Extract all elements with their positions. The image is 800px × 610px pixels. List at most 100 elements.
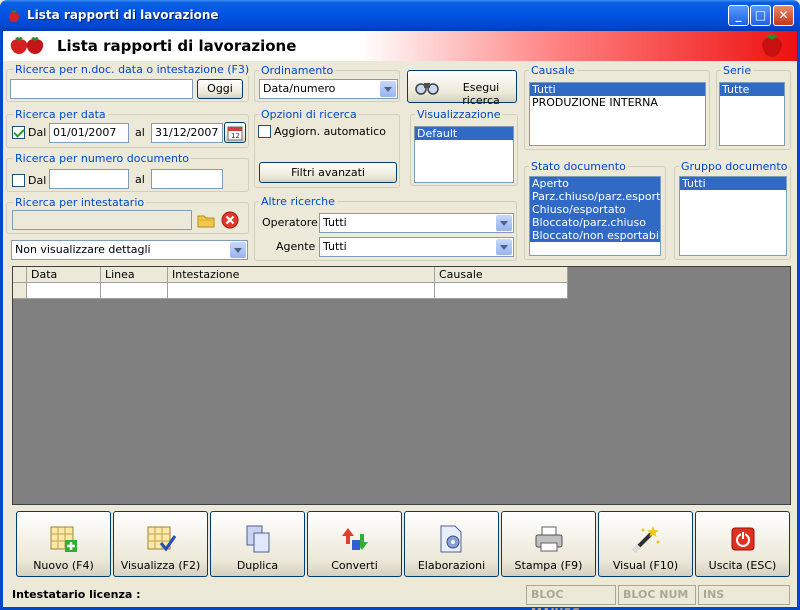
doc-group-label: Gruppo documento: [679, 160, 790, 173]
title-bar[interactable]: Lista rapporti di lavorazione _ □ ✕: [0, 0, 800, 31]
list-item[interactable]: Bloccato/non esportabile: [530, 229, 660, 242]
list-item[interactable]: Tutti: [530, 83, 705, 96]
calendar-button[interactable]: 12: [224, 122, 246, 143]
close-icon: ✕: [778, 8, 789, 22]
ordering-combo-value: Data/numero: [263, 82, 336, 95]
calendar-icon: 12: [227, 126, 243, 141]
column-header-causale[interactable]: Causale: [435, 267, 568, 283]
agent-combo[interactable]: Tutti: [319, 237, 514, 257]
table-row-cell[interactable]: [435, 283, 568, 299]
agent-label: Agente :: [276, 240, 323, 253]
binoculars-icon: [415, 83, 439, 95]
minimize-button[interactable]: _: [728, 5, 749, 26]
page-title: Lista rapporti di lavorazione: [57, 37, 297, 55]
doc-state-label: Stato documento: [529, 160, 628, 173]
caps-lock-indicator: BLOC MAIUSC: [526, 585, 616, 610]
processing-button[interactable]: Elaborazioni: [404, 511, 499, 577]
execute-search-button[interactable]: Esegui ricerca: [407, 70, 517, 107]
search-holder-label: Ricerca per intestatario: [13, 196, 147, 209]
serie-list[interactable]: Tutte: [719, 82, 785, 146]
causale-list[interactable]: Tutti PRODUZIONE INTERNA: [529, 82, 706, 146]
chevron-down-icon[interactable]: [380, 81, 396, 97]
list-item[interactable]: Bloccato/parz.chiuso: [530, 216, 660, 229]
date-from-input[interactable]: 01/01/2007: [49, 123, 129, 143]
row-indicator[interactable]: [13, 283, 27, 299]
maximize-button[interactable]: □: [750, 5, 771, 26]
visual-button[interactable]: Visual (F10): [598, 511, 693, 577]
today-button[interactable]: Oggi: [197, 79, 243, 99]
clear-holder-button[interactable]: [220, 210, 240, 230]
close-button[interactable]: ✕: [773, 5, 794, 26]
column-header-data[interactable]: Data: [27, 267, 101, 283]
insert-indicator: INS: [698, 585, 790, 605]
auto-refresh-checkbox[interactable]: [258, 125, 271, 138]
doc-group-list[interactable]: Tutti: [679, 176, 787, 256]
strawberry-icon: [9, 10, 19, 23]
other-searches-label: Altre ricerche: [259, 195, 337, 208]
convert-button[interactable]: Converti: [307, 511, 402, 577]
ordering-combo[interactable]: Data/numero: [259, 79, 398, 99]
list-item[interactable]: Tutte: [720, 83, 784, 96]
operator-combo-value: Tutti: [323, 216, 347, 229]
print-button-label: Stampa (F9): [514, 559, 583, 572]
list-item[interactable]: Default: [415, 127, 513, 140]
number-from-input[interactable]: [49, 169, 129, 189]
view-button-label: Visualizza (F2): [120, 559, 201, 572]
exit-button[interactable]: Uscita (ESC): [695, 511, 790, 577]
list-item[interactable]: Tutti: [680, 177, 786, 190]
chevron-down-icon[interactable]: [230, 242, 246, 258]
svg-text:12: 12: [231, 132, 240, 140]
search-holder-input[interactable]: [12, 210, 192, 230]
list-item[interactable]: Parz.chiuso/parz.esportato: [530, 190, 660, 203]
table-row-cell[interactable]: [27, 283, 101, 299]
list-item[interactable]: Aperto: [530, 177, 660, 190]
details-combo-value: Non visualizzare dettagli: [15, 243, 151, 256]
gear-document-icon: [440, 525, 462, 553]
duplicate-icon: [246, 525, 270, 553]
number-from-checkbox[interactable]: [12, 174, 25, 187]
ordering-label: Ordinamento: [259, 64, 336, 77]
num-lock-indicator: BLOC NUM: [618, 585, 696, 605]
table-row-cell[interactable]: [168, 283, 435, 299]
table-row-cell[interactable]: [101, 283, 168, 299]
column-header-linea[interactable]: Linea: [101, 267, 168, 283]
number-to-label: al: [135, 173, 145, 186]
print-button[interactable]: Stampa (F9): [501, 511, 596, 577]
date-to-input[interactable]: 31/12/2007: [151, 123, 223, 143]
search-doc-input[interactable]: [10, 79, 193, 99]
strawberry-logo-icon: [762, 34, 782, 57]
search-number-label: Ricerca per numero documento: [13, 152, 192, 165]
number-to-input[interactable]: [151, 169, 223, 189]
search-options-label: Opzioni di ricerca: [259, 108, 359, 121]
doc-state-list[interactable]: ApertoParz.chiuso/parz.esportatoChiuso/e…: [529, 176, 661, 256]
date-from-label: Dal: [28, 126, 47, 139]
results-grid[interactable]: Data Linea Intestazione Causale: [12, 266, 791, 505]
list-item[interactable]: Chiuso/esportato: [530, 203, 660, 216]
convert-button-label: Converti: [331, 559, 378, 572]
view-list[interactable]: Default: [414, 126, 514, 183]
new-button[interactable]: Nuovo (F4): [16, 511, 111, 577]
view-button[interactable]: Visualizza (F2): [113, 511, 208, 577]
printer-icon: [535, 526, 563, 552]
chevron-down-icon[interactable]: [496, 215, 512, 231]
search-date-label: Ricerca per data: [13, 108, 108, 121]
duplicate-button-label: Duplica: [236, 559, 279, 572]
new-button-label: Nuovo (F4): [33, 559, 94, 572]
operator-label: Operatore :: [262, 216, 325, 229]
number-from-label: Dal: [28, 174, 47, 187]
chevron-down-icon[interactable]: [496, 239, 512, 255]
exit-button-label: Uscita (ESC): [708, 559, 777, 572]
column-header-intestazione[interactable]: Intestazione: [168, 267, 435, 283]
duplicate-button[interactable]: Duplica: [210, 511, 305, 577]
magic-wand-icon: [632, 526, 660, 553]
execute-search-label: Esegui ricerca: [462, 81, 500, 107]
list-item[interactable]: PRODUZIONE INTERNA: [530, 96, 705, 109]
operator-combo[interactable]: Tutti: [319, 213, 514, 233]
details-combo[interactable]: Non visualizzare dettagli: [11, 240, 248, 260]
date-from-checkbox[interactable]: [12, 126, 25, 139]
browse-holder-button[interactable]: [196, 210, 216, 230]
date-to-label: al: [135, 126, 145, 139]
advanced-filters-button[interactable]: Filtri avanzati: [259, 162, 397, 183]
visual-button-label: Visual (F10): [612, 559, 679, 572]
folder-icon: [197, 215, 215, 228]
